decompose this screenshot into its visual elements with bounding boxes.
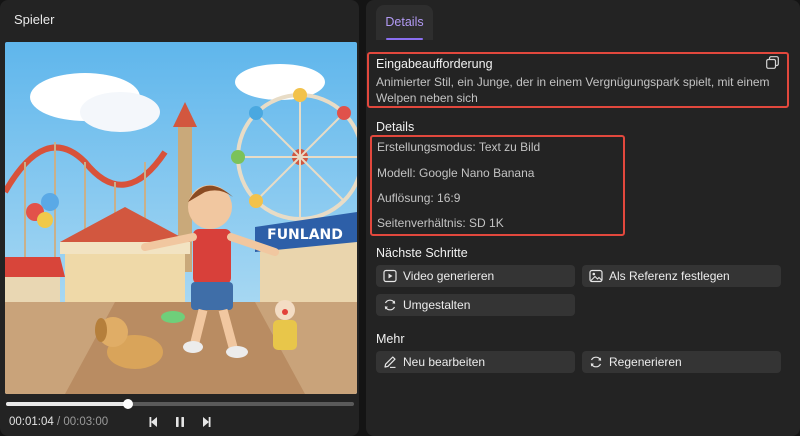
regenerate-label: Regenerieren — [609, 355, 682, 369]
player-title: Spieler — [14, 12, 55, 27]
image-reference-icon — [589, 269, 603, 283]
prompt-heading: Eingabeaufforderung — [376, 57, 493, 71]
preview-image[interactable]: FUNLAND — [5, 42, 357, 394]
more-heading: Mehr — [376, 332, 405, 346]
re-edit-button[interactable]: Neu bearbeiten — [376, 351, 575, 373]
player-panel: Spieler FUNLAND 00:01:04 / 00:03:00 — [0, 0, 359, 436]
detail-resolution: Auflösung: 16:9 — [377, 191, 461, 205]
detail-creation-mode: Erstellungsmodus: Text zu Bild — [377, 140, 541, 154]
scrubber-handle[interactable] — [122, 399, 133, 409]
restyle-button[interactable]: Umgestalten — [376, 294, 575, 316]
set-reference-label: Als Referenz festlegen — [609, 269, 730, 283]
step-back-icon — [149, 417, 157, 427]
re-edit-label: Neu bearbeiten — [403, 355, 486, 369]
generate-video-label: Video generieren — [403, 269, 495, 283]
tab-details[interactable]: Details — [376, 5, 433, 40]
copy-icon[interactable] — [766, 56, 779, 69]
details-heading: Details — [376, 120, 415, 134]
pencil-icon — [384, 356, 396, 368]
restyle-label: Umgestalten — [403, 298, 471, 312]
next-frame-button[interactable] — [198, 414, 214, 430]
detail-model: Modell: Google Nano Banana — [377, 166, 535, 180]
tab-details-label: Details — [385, 15, 424, 29]
refresh-icon — [590, 356, 602, 368]
timecode: 00:01:04 / 00:03:00 — [9, 416, 108, 428]
prompt-text-line-2: Welpen neben sich — [376, 91, 478, 105]
next-steps-heading: Nächste Schritte — [376, 246, 468, 260]
progress-fill — [6, 402, 128, 406]
time-separator: / — [53, 416, 64, 428]
tab-active-indicator — [386, 38, 423, 40]
play-video-icon — [383, 269, 397, 283]
regenerate-button[interactable]: Regenerieren — [582, 351, 781, 373]
details-panel: Details Eingabeaufforderung Animierter S… — [366, 0, 800, 436]
refresh-icon — [384, 299, 396, 311]
generate-video-button[interactable]: Video generieren — [376, 265, 575, 287]
set-reference-button[interactable]: Als Referenz festlegen — [582, 265, 781, 287]
step-forward-icon — [203, 417, 211, 427]
funland-sign: FUNLAND — [267, 227, 343, 243]
previous-frame-button[interactable] — [146, 414, 162, 430]
current-time: 00:01:04 — [9, 416, 54, 428]
detail-aspect-ratio: Seitenverhältnis: SD 1K — [377, 216, 504, 230]
total-time: 00:03:00 — [63, 416, 109, 428]
pause-icon — [176, 417, 184, 427]
prompt-text-line-1: Animierter Stil, ein Junge, der in einem… — [376, 75, 770, 89]
pause-button[interactable] — [172, 414, 188, 430]
progress-scrubber[interactable] — [6, 399, 354, 409]
